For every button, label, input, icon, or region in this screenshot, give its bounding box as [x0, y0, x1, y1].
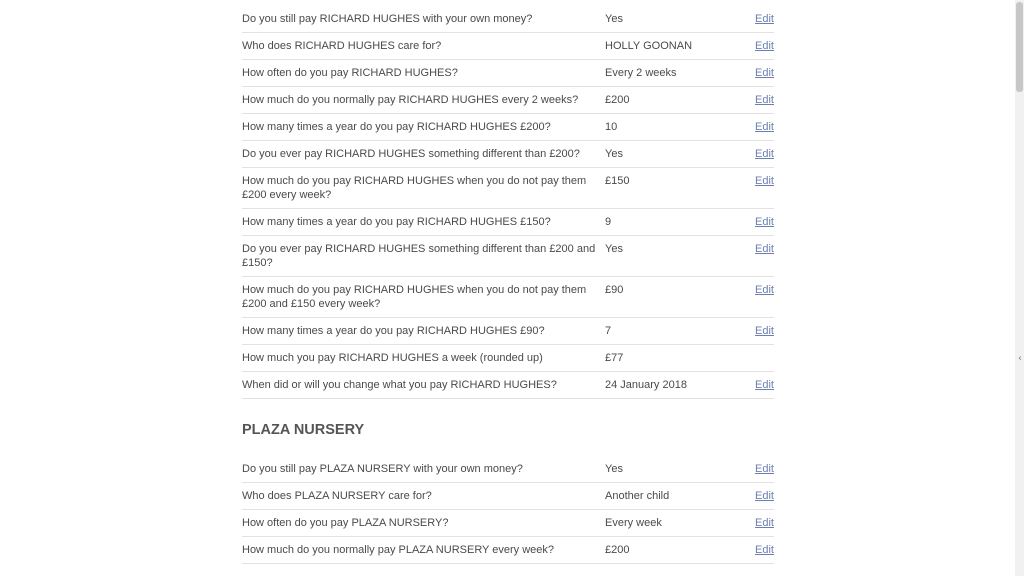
question-text: Do you still pay RICHARD HUGHES with you…: [242, 13, 533, 25]
summary-row: Who does PLAZA NURSERY care for? Another …: [242, 483, 774, 510]
answer-value: £200: [605, 544, 630, 556]
summary-list: Do you still pay PLAZA NURSERY with your…: [242, 456, 774, 564]
question-text: How often do you pay PLAZA NURSERY?: [242, 517, 449, 529]
row-action: Edit: [745, 174, 774, 188]
answer-value: Another child: [605, 490, 670, 502]
answer-value: 7: [605, 325, 612, 337]
summary-row: How many times a year do you pay RICHARD…: [242, 114, 774, 141]
question-text: How many times a year do you pay RICHARD…: [242, 325, 545, 337]
edit-link[interactable]: Edit: [755, 216, 774, 228]
answer-value: 10: [605, 121, 618, 133]
row-action: Edit: [745, 283, 774, 297]
summary-row: How many times a year do you pay RICHARD…: [242, 318, 774, 345]
edit-link[interactable]: Edit: [755, 67, 774, 79]
row-action: Edit: [745, 543, 774, 557]
edit-link[interactable]: Edit: [755, 379, 774, 391]
edit-link[interactable]: Edit: [755, 40, 774, 52]
edit-link[interactable]: Edit: [755, 94, 774, 106]
collapse-chevron-icon[interactable]: ‹: [1016, 350, 1024, 368]
summary-row: How much do you pay RICHARD HUGHES when …: [242, 168, 774, 209]
summary-row: Do you still pay RICHARD HUGHES with you…: [242, 6, 774, 33]
question-text: How many times a year do you pay RICHARD…: [242, 216, 551, 228]
answer-value: Yes: [605, 463, 623, 475]
answer-value: 24 January 2018: [605, 379, 687, 391]
summary-container: Do you still pay RICHARD HUGHES with you…: [242, 6, 774, 564]
row-action: Edit: [745, 39, 774, 53]
summary-row: How much do you normally pay PLAZA NURSE…: [242, 537, 774, 564]
question-text: How much do you normally pay RICHARD HUG…: [242, 94, 579, 106]
edit-link[interactable]: Edit: [755, 284, 774, 296]
answer-value: Every 2 weeks: [605, 67, 677, 79]
edit-link[interactable]: Edit: [755, 175, 774, 187]
row-action: Edit: [745, 489, 774, 503]
edit-link[interactable]: Edit: [755, 148, 774, 160]
row-action: Edit: [745, 120, 774, 134]
row-action: Edit: [745, 462, 774, 476]
answer-value: £90: [605, 284, 624, 296]
edit-link[interactable]: Edit: [755, 243, 774, 255]
edit-link[interactable]: Edit: [755, 121, 774, 133]
summary-row: How much do you normally pay RICHARD HUG…: [242, 87, 774, 114]
answer-value: 9: [605, 216, 612, 228]
question-text: How much do you normally pay PLAZA NURSE…: [242, 544, 555, 556]
row-action: Edit: [745, 215, 774, 229]
summary-row: Who does RICHARD HUGHES care for? HOLLY G…: [242, 33, 774, 60]
scrollbar-thumb[interactable]: [1016, 2, 1023, 92]
summary-row: When did or will you change what you pay…: [242, 372, 774, 399]
question-text: Do you ever pay RICHARD HUGHES something…: [242, 243, 596, 269]
summary-row: How often do you pay PLAZA NURSERY? Every…: [242, 510, 774, 537]
summary-row: How much you pay RICHARD HUGHES a week (…: [242, 345, 774, 372]
summary-row: How often do you pay RICHARD HUGHES? Ever…: [242, 60, 774, 87]
summary-row: Do you ever pay RICHARD HUGHES something…: [242, 236, 774, 277]
question-text: How much you pay RICHARD HUGHES a week (…: [242, 352, 543, 364]
question-text: How much do you pay RICHARD HUGHES when …: [242, 284, 587, 310]
check-your-answers-page: Do you still pay RICHARD HUGHES with you…: [0, 0, 1024, 576]
row-action: Edit: [745, 378, 774, 392]
edit-link[interactable]: Edit: [755, 13, 774, 25]
question-text: How often do you pay RICHARD HUGHES?: [242, 67, 458, 79]
summary-row: How many times a year do you pay RICHARD…: [242, 209, 774, 236]
answer-value: £77: [605, 352, 624, 364]
edit-link[interactable]: Edit: [755, 544, 774, 556]
summary-row: Do you still pay PLAZA NURSERY with your…: [242, 456, 774, 483]
edit-link[interactable]: Edit: [755, 325, 774, 337]
edit-link[interactable]: Edit: [755, 490, 774, 502]
answer-value: Yes: [605, 13, 623, 25]
summary-list: Do you still pay RICHARD HUGHES with you…: [242, 6, 774, 399]
question-text: When did or will you change what you pay…: [242, 379, 557, 391]
answer-value: £200: [605, 94, 630, 106]
row-action: Edit: [745, 242, 774, 256]
edit-link[interactable]: Edit: [755, 517, 774, 529]
page-scrollbar[interactable]: [1015, 0, 1024, 576]
answer-value: Yes: [605, 243, 623, 255]
summary-row: How much do you pay RICHARD HUGHES when …: [242, 277, 774, 318]
question-text: Do you ever pay RICHARD HUGHES something…: [242, 148, 580, 160]
answer-value: Every week: [605, 517, 662, 529]
question-text: How many times a year do you pay RICHARD…: [242, 121, 551, 133]
row-action: Edit: [745, 147, 774, 161]
edit-link[interactable]: Edit: [755, 463, 774, 475]
row-action: Edit: [745, 324, 774, 338]
answer-value: HOLLY GOONAN: [605, 40, 693, 52]
summary-row: Do you ever pay RICHARD HUGHES something…: [242, 141, 774, 168]
section-heading: PLAZA NURSERY: [242, 422, 365, 438]
answer-value: Yes: [605, 148, 623, 160]
question-text: How much do you pay RICHARD HUGHES when …: [242, 175, 587, 201]
row-action: Edit: [745, 12, 774, 26]
question-text: Do you still pay PLAZA NURSERY with your…: [242, 463, 523, 475]
row-action: Edit: [745, 516, 774, 530]
row-action: Edit: [745, 93, 774, 107]
question-text: Who does PLAZA NURSERY care for?: [242, 490, 432, 502]
answer-value: £150: [605, 175, 630, 187]
question-text: Who does RICHARD HUGHES care for?: [242, 40, 442, 52]
row-action: Edit: [745, 66, 774, 80]
